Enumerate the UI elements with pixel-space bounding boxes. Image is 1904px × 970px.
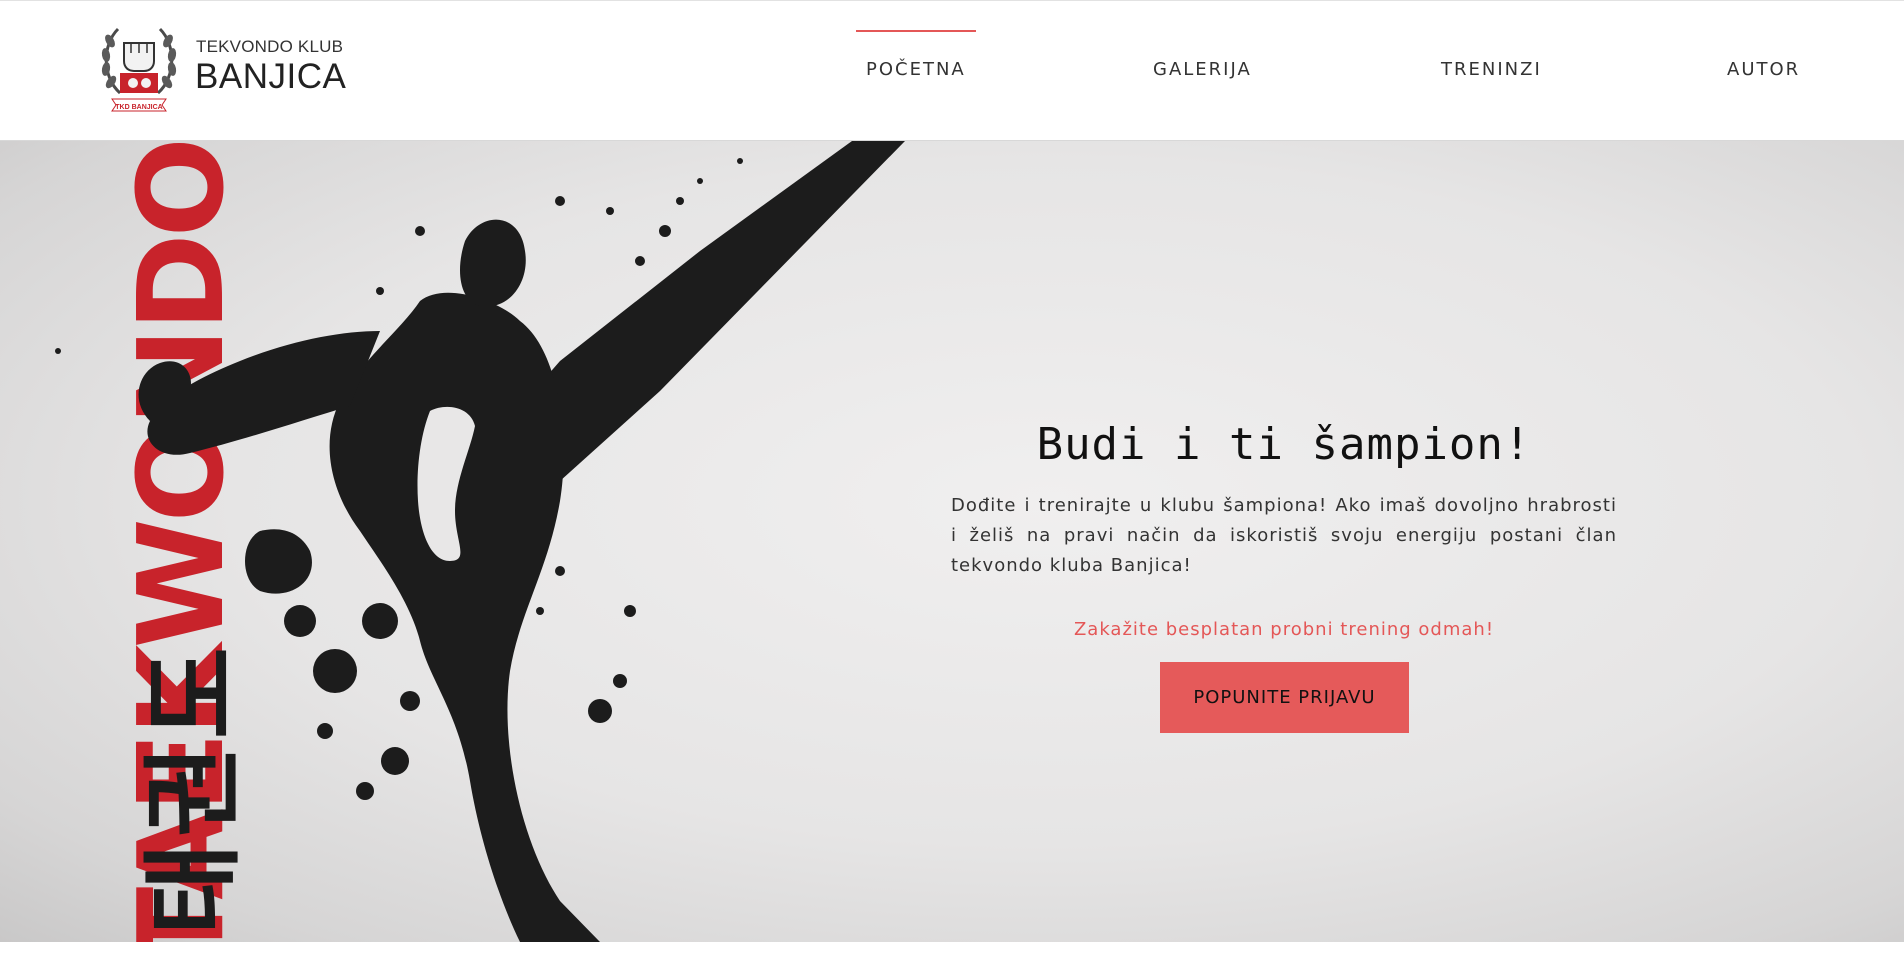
art-hangul-text: 태권도 (135, 641, 252, 935)
site-header: TKD BANJICA TEKVONDO KLUB BANJICA POČETN… (0, 0, 1904, 141)
nav-item-galerija[interactable]: GALERIJA (1153, 59, 1252, 80)
nav-item-autor[interactable]: AUTOR (1727, 59, 1800, 80)
logo-caption: TKD BANJICA (115, 104, 162, 111)
signup-button[interactable]: POPUNITE PRIJAVU (1160, 662, 1409, 733)
taekwondo-kick-illustration: TAEKWONDO 태권도 (55, 141, 905, 942)
hero-title: Budi i ti šampion! (1036, 419, 1532, 470)
hero-description: Dođite i trenirajte u klubu šampiona! Ak… (951, 495, 1617, 576)
tkd-banjica-logo[interactable]: TKD BANJICA (98, 21, 180, 121)
page-bottom-strip (0, 942, 1904, 970)
nav-item-pocetna[interactable]: POČETNA (856, 30, 976, 80)
hero-cta-text: Zakažite besplatan probni trening odmah! (1073, 619, 1495, 640)
brand-title[interactable]: BANJICA (195, 57, 346, 97)
brand-subtitle: TEKVONDO KLUB (196, 37, 344, 56)
nav-item-treninzi[interactable]: TRENINZI (1441, 59, 1542, 80)
hero-section: TAEKWONDO 태권도 Budi i ti šampion! Dođite … (0, 141, 1904, 942)
